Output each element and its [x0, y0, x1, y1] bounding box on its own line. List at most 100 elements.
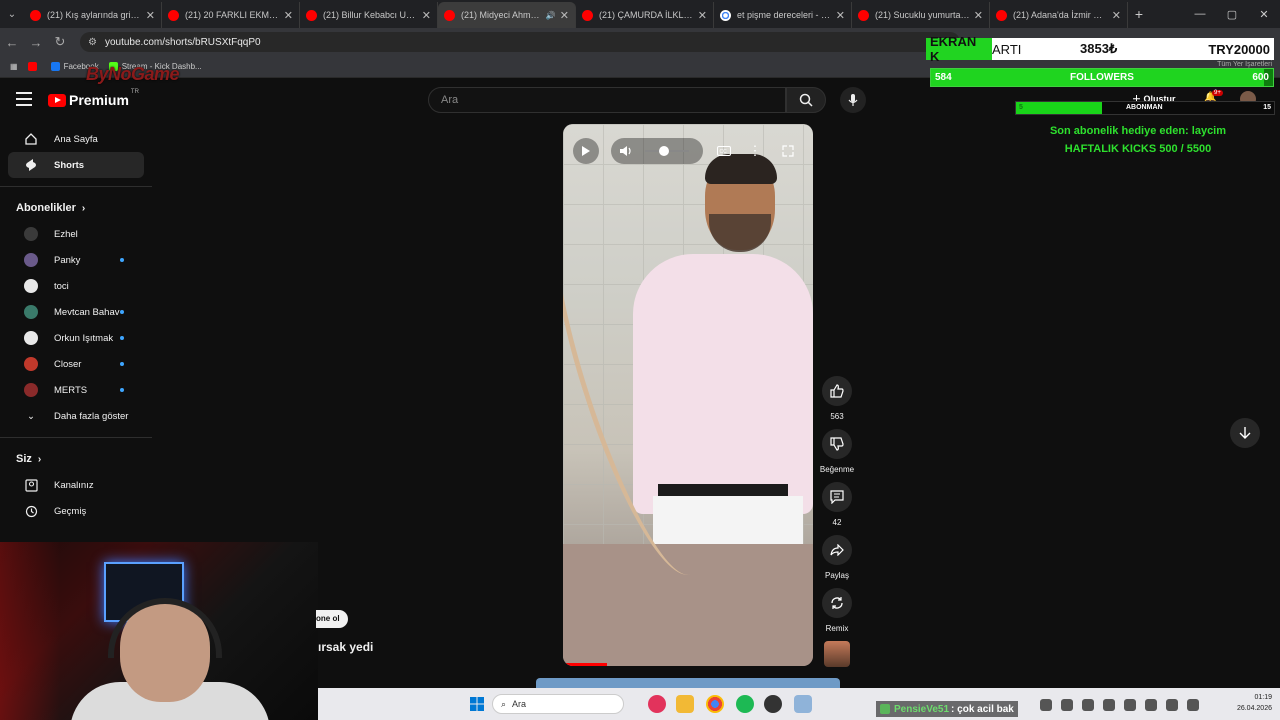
obs-icon[interactable] [764, 695, 782, 713]
speaker-icon[interactable]: 🔊 [546, 11, 556, 20]
forward-icon[interactable]: → [24, 35, 48, 50]
chrome-icon[interactable] [706, 695, 724, 713]
spotify-icon[interactable] [736, 695, 754, 713]
microphone-icon [848, 94, 858, 106]
shorts-video-player[interactable]: CC ⋮ [563, 124, 813, 666]
volume-slider[interactable] [645, 146, 689, 156]
play-button[interactable] [573, 138, 599, 164]
new-tab-button[interactable]: + [1128, 6, 1150, 22]
all-bookmarks[interactable]: Tüm Yer İşaretleri [1217, 61, 1272, 68]
tab-search-icon[interactable]: ⌄ [0, 0, 24, 28]
youtube-logo[interactable]: Premium TR [48, 89, 139, 108]
tray-icon[interactable] [1187, 699, 1199, 711]
search-input[interactable]: Ara [428, 87, 786, 113]
url-field[interactable]: ⚙ youtube.com/shorts/bRUSXtFqqP0 [80, 32, 960, 52]
browser-tab-strip: ⌄ (21) Kış aylarında grip düş ✕ (21) 20 F… [0, 0, 1280, 28]
subscriber-goal: 15 [1263, 104, 1271, 111]
tray-icon[interactable] [1124, 699, 1136, 711]
close-tab-icon[interactable]: ✕ [1112, 9, 1121, 22]
chevron-right-icon: › [81, 202, 86, 214]
subscriber-goal-bar: 5 ABONMAN 15 [1015, 101, 1275, 115]
like-button[interactable] [822, 376, 852, 406]
close-tab-icon[interactable]: ✕ [974, 9, 983, 22]
comment-button[interactable] [822, 482, 852, 512]
browser-tab[interactable]: (21) Kış aylarında grip düş ✕ [24, 2, 162, 28]
browser-tab[interactable]: (21) Billur Kebabcı Ustalık ✕ [300, 2, 438, 28]
close-tab-icon[interactable]: ✕ [422, 9, 431, 22]
apps-icon[interactable]: ▦ [10, 62, 18, 71]
browser-tab[interactable]: (21) Adana'da İzmir Usulü ✕ [990, 2, 1128, 28]
maximize-icon[interactable]: ▢ [1216, 0, 1248, 28]
sidebar-item-subscription[interactable]: Closer [8, 351, 144, 377]
sidebar-item-your-channel[interactable]: Kanalınız [8, 472, 144, 498]
donation-goal-target: TRY20000 [1208, 41, 1270, 57]
channel-avatar [24, 305, 38, 319]
browser-tab[interactable]: (21) Sucuklu yumurta sev ✕ [852, 2, 990, 28]
close-tab-icon[interactable]: ✕ [836, 9, 845, 22]
close-tab-icon[interactable]: ✕ [698, 9, 707, 22]
subscriptions-heading[interactable]: Abonelikler › [0, 195, 152, 221]
subscribe-chip[interactable]: one ol [316, 610, 348, 628]
comment-count: 42 [832, 518, 842, 527]
like-count: 563 [830, 412, 844, 421]
captions-button[interactable]: CC [711, 138, 737, 164]
volume-control[interactable] [611, 138, 703, 164]
bookmark-youtube[interactable] [27, 62, 41, 71]
more-vert-icon: ⋮ [748, 143, 762, 158]
browser-tab[interactable]: et pişme dereceleri - Goo ✕ [714, 2, 852, 28]
video-progress-bar[interactable] [563, 663, 607, 666]
remix-button[interactable] [822, 588, 852, 618]
next-short-button[interactable] [1230, 418, 1260, 448]
sidebar-item-subscription[interactable]: MERTS [8, 377, 144, 403]
tray-icon[interactable] [1166, 699, 1178, 711]
browser-tab[interactable]: (21) 20 FARKLI EKMEKLE ✕ [162, 2, 300, 28]
dislike-button[interactable] [822, 429, 852, 459]
minimize-icon[interactable]: — [1184, 0, 1216, 28]
tray-icon[interactable] [1082, 699, 1094, 711]
comment-icon [830, 490, 844, 504]
tray-icon[interactable] [1061, 699, 1073, 711]
back-icon[interactable]: ← [0, 35, 24, 50]
browser-tab-active[interactable]: (21) Midyeci Ahmet ç 🔊 ✕ [438, 2, 576, 28]
sidebar-item-subscription[interactable]: Ezhel [8, 221, 144, 247]
share-action: Paylaş [820, 535, 854, 580]
remix-label: Remix [825, 624, 849, 633]
you-heading-label: Siz [16, 453, 32, 465]
close-tab-icon[interactable]: ✕ [560, 9, 569, 22]
close-tab-icon[interactable]: ✕ [146, 9, 155, 22]
sidebar-item-subscription[interactable]: toci [8, 273, 144, 299]
browser-tab[interactable]: (21) ÇAMURDA İLKLİ DA ✕ [576, 2, 714, 28]
menu-icon[interactable] [16, 92, 32, 106]
file-explorer-icon[interactable] [676, 695, 694, 713]
system-clock[interactable]: 01:19 26.04.2026 [1237, 692, 1272, 714]
volume-slider-handle[interactable] [659, 146, 669, 156]
sidebar-item-shorts[interactable]: Shorts [8, 152, 144, 178]
app-icon-settings[interactable] [794, 695, 812, 713]
sidebar-item-subscription[interactable]: Mevtcan Bahav [8, 299, 144, 325]
tray-icon[interactable] [1145, 699, 1157, 711]
sidebar-item-subscription[interactable]: Orkun Işıtmak [8, 325, 144, 351]
you-heading[interactable]: Siz › [0, 446, 152, 472]
share-button[interactable] [822, 535, 852, 565]
tray-icon[interactable] [1040, 699, 1052, 711]
search-button[interactable] [786, 87, 826, 113]
app-icon-red[interactable] [648, 695, 666, 713]
sidebar-item-label: Daha fazla göster [54, 410, 129, 422]
voice-search-button[interactable] [840, 87, 866, 113]
audio-source-thumbnail[interactable] [824, 641, 850, 667]
close-window-icon[interactable]: ✕ [1248, 0, 1280, 28]
sidebar-item-label: MERTS [54, 384, 88, 396]
site-info-icon[interactable]: ⚙ [88, 37, 97, 48]
windows-start-icon[interactable] [468, 695, 486, 713]
close-tab-icon[interactable]: ✕ [284, 9, 293, 22]
taskbar-search[interactable]: ⌕ Ara [492, 694, 624, 714]
tab-title: (21) Sucuklu yumurta sev [875, 10, 970, 20]
more-options-button[interactable]: ⋮ [745, 138, 765, 164]
reload-icon[interactable]: ↻ [48, 34, 72, 50]
sidebar-item-subscription[interactable]: Panky [8, 247, 144, 273]
sidebar-item-history[interactable]: Geçmiş [8, 498, 144, 524]
fullscreen-button[interactable] [775, 138, 801, 164]
tray-icon[interactable] [1103, 699, 1115, 711]
sidebar-item-home[interactable]: Ana Sayfa [8, 126, 144, 152]
show-more-button[interactable]: ⌄ Daha fazla göster [8, 403, 144, 429]
